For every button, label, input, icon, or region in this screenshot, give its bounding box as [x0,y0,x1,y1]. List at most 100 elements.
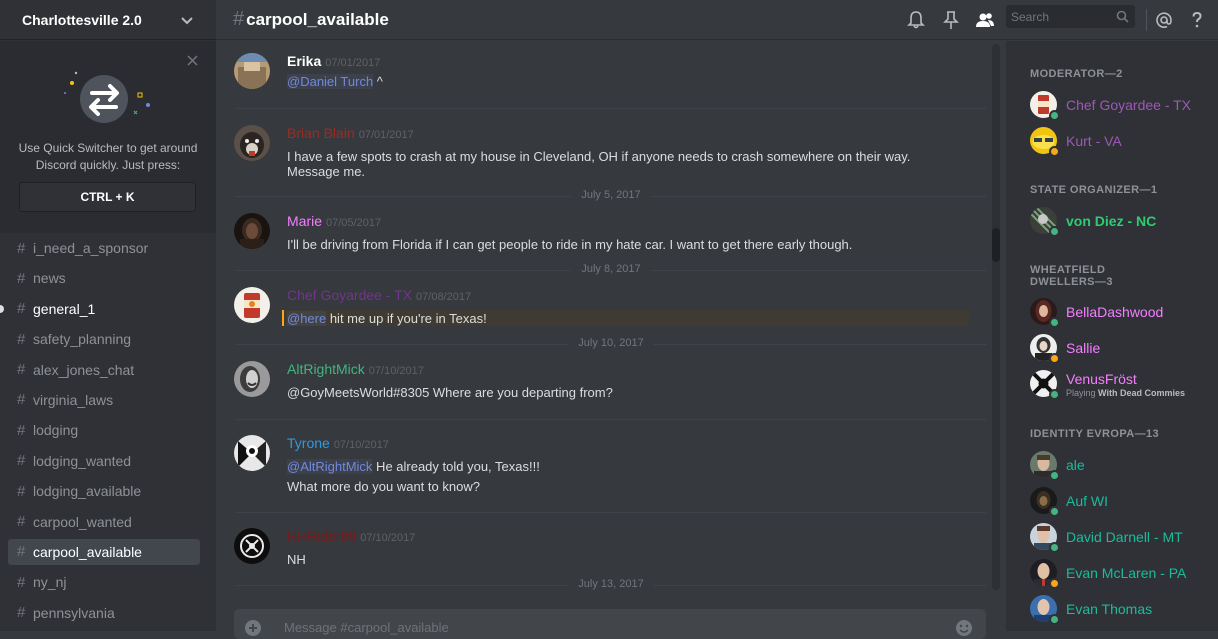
channel-item[interactable]: # lodging [8,417,200,443]
member-item[interactable]: BellaDashwood [1030,296,1210,328]
message-timestamp: 07/01/2017 [358,129,414,141]
members-icon[interactable] [974,9,996,31]
quick-switcher-shortcut-button[interactable]: CTRL + K [19,182,196,212]
channel-title: carpool_available [246,9,389,29]
scrollbar-thumb[interactable] [992,228,1000,262]
channel-item[interactable]: # safety_planning [8,326,200,352]
message: Marie 07/05/2017 I'll be driving from Flo… [234,213,984,253]
member-item[interactable]: ale [1030,449,1210,481]
member-item[interactable]: VenusFröst Playing With Dead Commies [1030,368,1210,400]
message-content: I have a few spots to crash at my house … [287,149,911,179]
message-content: I'll be driving from Florida if I can ge… [287,237,853,252]
here-mention[interactable]: @here [287,311,327,326]
member-item[interactable]: Auf WI [1030,485,1210,517]
pin-icon[interactable] [940,9,962,31]
avatar[interactable] [234,287,270,323]
channel-item[interactable]: # lodging_available [8,478,200,504]
date-separator-label: July 5, 2017 [571,189,651,201]
channel-header: # carpool_available [216,0,1218,40]
status-online-icon [1049,110,1060,121]
channel-item[interactable]: # news [8,265,200,291]
avatar[interactable] [234,53,270,89]
avatar[interactable] [234,435,270,471]
avatar[interactable] [234,125,270,161]
avatar[interactable] [234,528,270,564]
channel-name: carpool_wanted [33,513,132,530]
unread-indicator [0,304,4,313]
message-list: Erika 07/01/2017 @Daniel Turch ^ Brian Bl… [216,41,1006,590]
status-idle-icon [1049,353,1060,364]
role-header: IDENTITY EVROPA—13 [1030,428,1160,440]
message-header: NHRider88 07/10/2017 [287,528,415,544]
date-separator: July 5, 2017 [236,189,986,203]
message-input[interactable] [284,620,884,635]
message-author[interactable]: Chef Goyardee - TX [287,287,412,303]
member-name: Sallie [1066,340,1101,356]
member-item[interactable]: Evan McLaren - PA [1030,557,1210,589]
member-name: VenusFröst [1066,371,1137,387]
hash-icon: # [17,361,26,379]
add-attachment-icon[interactable] [244,619,262,637]
user-mention[interactable]: @Daniel Turch [287,74,374,89]
member-item[interactable]: Chef Goyardee - TX [1030,89,1210,121]
message-author[interactable]: Erika [287,53,321,69]
message-header: Erika 07/01/2017 [287,53,380,69]
avatar[interactable] [234,213,270,249]
message-author[interactable]: Tyrone [287,435,330,451]
message-author[interactable]: Marie [287,213,322,229]
member-item[interactable]: Evan Thomas [1030,593,1210,625]
mention-icon[interactable] [1153,9,1175,31]
member-item[interactable]: Kurt - VA [1030,125,1210,157]
emoji-icon[interactable] [954,618,974,638]
message-author[interactable]: AltRightMick [287,361,365,377]
message-author[interactable]: Brian Blain [287,125,355,141]
member-item[interactable]: Sallie [1030,332,1210,364]
user-mention[interactable]: @AltRightMick [287,459,373,474]
channel-item-unread[interactable]: # general_1 [0,296,200,322]
channel-item[interactable]: # virginia_laws [8,387,200,413]
message-timestamp: 07/10/2017 [333,439,389,451]
role-header: MODERATOR—2 [1030,68,1123,80]
chevron-down-icon[interactable] [180,13,194,27]
message-header: Marie 07/05/2017 [287,213,381,229]
channel-name: alex_jones_chat [33,361,135,378]
member-name: Kurt - VA [1066,133,1122,149]
message-header: AltRightMick 07/10/2017 [287,361,424,377]
message-timestamp: 07/05/2017 [326,217,382,229]
channel-name: general_1 [33,300,96,317]
scrollbar-track[interactable] [992,44,1000,590]
member-activity: Playing With Dead Commies [1066,388,1185,398]
server-header[interactable]: Charlottesville 2.0 [0,0,216,40]
hash-icon: # [17,269,26,287]
search-icon[interactable] [1116,10,1129,23]
hash-icon: # [17,452,26,470]
channel-item[interactable]: # carpool_wanted [8,509,200,535]
search-input[interactable] [1011,9,1111,24]
search-box[interactable] [1006,5,1135,28]
member-list: MODERATOR—2 Chef Goyardee - TX Kurt - VA… [1006,41,1218,631]
channel-item[interactable]: # i_need_a_sponsor [8,235,200,261]
bell-icon[interactable] [905,9,927,31]
member-item[interactable]: David Darnell - MT [1030,521,1210,553]
status-online-icon [1049,226,1060,237]
channel-item[interactable]: # alex_jones_chat [8,357,200,383]
message-timestamp: 07/10/2017 [360,532,416,544]
message-timestamp: 07/10/2017 [368,365,424,377]
channel-item[interactable]: # ny_nj [8,569,200,595]
hash-icon: # [17,513,26,531]
channel-name: lodging_available [33,483,142,500]
activity-prefix: Playing [1066,388,1099,398]
member-name: ale [1066,457,1085,473]
message: AltRightMick 07/10/2017 @GoyMeetsWorld#83… [234,361,984,401]
channel-name: lodging_wanted [33,452,132,469]
close-icon[interactable] [187,55,198,66]
channel-item[interactable]: # lodging_wanted [8,448,200,474]
avatar[interactable] [234,361,270,397]
help-icon[interactable] [1186,9,1208,31]
member-item[interactable]: von Diez - NC [1030,205,1210,237]
hash-icon: # [17,391,26,409]
message: Brian Blain 07/01/2017 I have a few spots… [234,125,984,179]
message-author[interactable]: NHRider88 [287,528,356,544]
channel-item-selected[interactable]: # carpool_available [8,538,200,565]
channel-item[interactable]: # pennsylvania [8,600,200,626]
